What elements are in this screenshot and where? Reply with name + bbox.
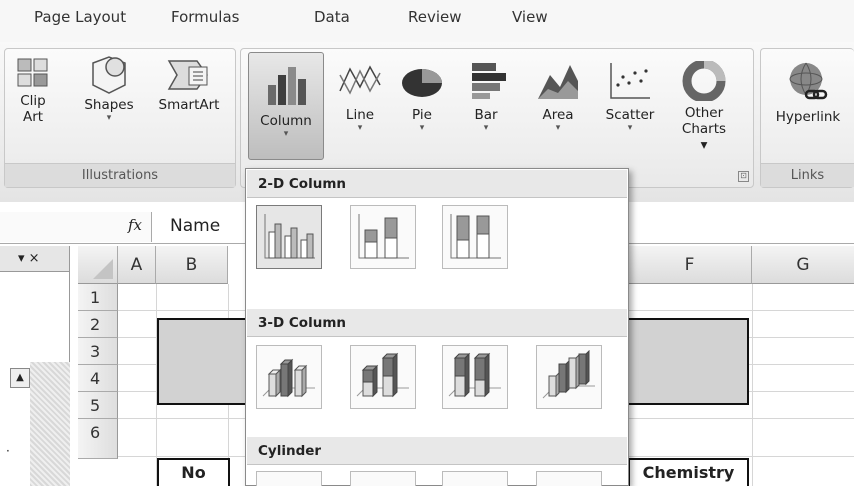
scatter-chart-button[interactable]: Scatter ▾	[599, 61, 661, 151]
column-chart-button[interactable]: Column ▾	[248, 52, 324, 160]
cylinder-option-1[interactable]	[256, 471, 322, 486]
shapes-label: Shapes	[84, 97, 134, 113]
row-header-4[interactable]: 4	[78, 365, 118, 392]
line-chart-icon	[339, 65, 381, 95]
column-header-f[interactable]: F	[628, 246, 752, 284]
charts-group: Column ▾ Line ▾ Pie ▾ Bar ▾ Area ▾ Scatt…	[240, 48, 754, 188]
pane-scroll-track[interactable]	[30, 362, 70, 486]
section-cylinder: Cylinder	[247, 437, 627, 465]
shapes-button[interactable]: Shapes ▾	[77, 55, 141, 145]
3d-column-option[interactable]	[536, 345, 602, 409]
section-3d-column: 3-D Column	[247, 309, 627, 337]
pane-mark: ·	[6, 444, 10, 458]
scroll-up-button[interactable]: ▲	[10, 368, 30, 388]
charts-dialog-launcher[interactable]: ⊡	[738, 171, 749, 182]
column-dropdown-arrow: ▾	[283, 129, 289, 139]
line-label: Line	[345, 107, 375, 123]
3d-percent-stacked-column-option[interactable]	[442, 345, 508, 409]
pie-dropdown-arrow: ▾	[419, 123, 425, 133]
pane-header[interactable]: ▾ ×	[0, 246, 69, 272]
area-chart-icon	[538, 65, 578, 99]
area-dropdown-arrow: ▾	[555, 123, 561, 133]
section-2d-column: 2-D Column	[247, 170, 627, 198]
select-all-triangle-icon	[93, 259, 113, 279]
tab-view[interactable]: View	[512, 8, 548, 26]
shapes-icon	[92, 56, 126, 94]
scatter-chart-icon	[610, 63, 650, 99]
bar-label: Bar	[474, 107, 498, 123]
tab-formulas[interactable]: Formulas	[171, 8, 239, 26]
tab-page-layout[interactable]: Page Layout	[34, 8, 126, 26]
ribbon-tab-strip: Page Layout Formulas Data Review View	[0, 0, 854, 42]
bar-dropdown-arrow: ▾	[483, 123, 489, 133]
pie-chart-button[interactable]: Pie ▾	[395, 61, 449, 151]
column-chart-icon	[268, 67, 306, 105]
tab-data[interactable]: Data	[314, 8, 350, 26]
clip-art-label: Clip Art	[20, 93, 46, 125]
row-header-1[interactable]: 1	[78, 284, 118, 311]
illustrations-group-title: Illustrations	[5, 163, 235, 187]
stacked-column-icon	[358, 214, 409, 259]
smartart-icon	[167, 60, 208, 90]
percent-stacked-column-option[interactable]	[442, 205, 508, 269]
row-header-2[interactable]: 2	[78, 311, 118, 338]
line-chart-button[interactable]: Line ▾	[333, 61, 387, 151]
bar-chart-icon	[472, 63, 506, 99]
3d-percent-stacked-column-icon	[448, 352, 501, 398]
scatter-dropdown-arrow: ▾	[627, 123, 633, 133]
cell-b6[interactable]: No	[157, 458, 230, 486]
pie-label: Pie	[412, 107, 432, 123]
other-charts-icon	[682, 61, 726, 101]
hyperlink-icon	[789, 62, 828, 100]
line-dropdown-arrow: ▾	[357, 123, 363, 133]
area-label: Area	[542, 107, 574, 123]
hyperlink-label: Hyperlink	[775, 109, 841, 125]
smartart-label: SmartArt	[158, 97, 220, 113]
cylinder-option-3[interactable]	[442, 471, 508, 486]
other-charts-button[interactable]: Other Charts ▾	[669, 61, 739, 153]
bar-chart-button[interactable]: Bar ▾	[459, 61, 513, 151]
tab-review[interactable]: Review	[408, 8, 462, 26]
links-group: Hyperlink Links	[760, 48, 854, 188]
insert-function-icon[interactable]: fx	[128, 216, 142, 234]
percent-stacked-column-icon	[450, 214, 501, 259]
clip-art-button[interactable]: Clip Art	[11, 55, 55, 137]
clustered-column-option[interactable]	[256, 205, 322, 269]
other-charts-label: Other Charts ▾	[681, 105, 727, 153]
cylinder-option-4[interactable]	[536, 471, 602, 486]
row-header-5[interactable]: 5	[78, 392, 118, 419]
select-all-corner[interactable]	[78, 246, 118, 284]
hyperlink-button[interactable]: Hyperlink	[765, 61, 851, 143]
area-chart-button[interactable]: Area ▾	[531, 61, 585, 151]
pie-chart-icon	[402, 69, 442, 97]
smartart-button[interactable]: SmartArt	[149, 55, 229, 137]
illustrations-group: Clip Art Shapes ▾ SmartArt Illustrations	[4, 48, 236, 188]
stacked-column-option[interactable]	[350, 205, 416, 269]
row-header-6[interactable]: 6	[78, 419, 118, 459]
scatter-label: Scatter	[605, 107, 655, 123]
column-label: Column	[260, 113, 312, 129]
formula-input[interactable]: Name	[170, 216, 220, 236]
shapes-dropdown-arrow: ▾	[106, 113, 112, 123]
links-group-title: Links	[761, 163, 854, 187]
gridline	[752, 284, 753, 486]
3d-clustered-column-option[interactable]	[256, 345, 322, 409]
row-header-3[interactable]: 3	[78, 338, 118, 365]
column-chart-gallery: 2-D Column 3-D Column Cylinder	[245, 168, 629, 486]
3d-clustered-column-icon	[262, 358, 315, 398]
clustered-column-icon	[264, 214, 315, 259]
cylinder-option-2[interactable]	[350, 471, 416, 486]
3d-stacked-column-option[interactable]	[350, 345, 416, 409]
column-header-a[interactable]: A	[118, 246, 156, 284]
column-header-g[interactable]: G	[752, 246, 854, 284]
3d-stacked-column-icon	[356, 352, 409, 398]
clip-art-icon	[17, 58, 48, 87]
cell-f6[interactable]: Chemistry	[628, 458, 749, 486]
column-header-b[interactable]: B	[156, 246, 228, 284]
3d-column-icon	[542, 350, 595, 399]
